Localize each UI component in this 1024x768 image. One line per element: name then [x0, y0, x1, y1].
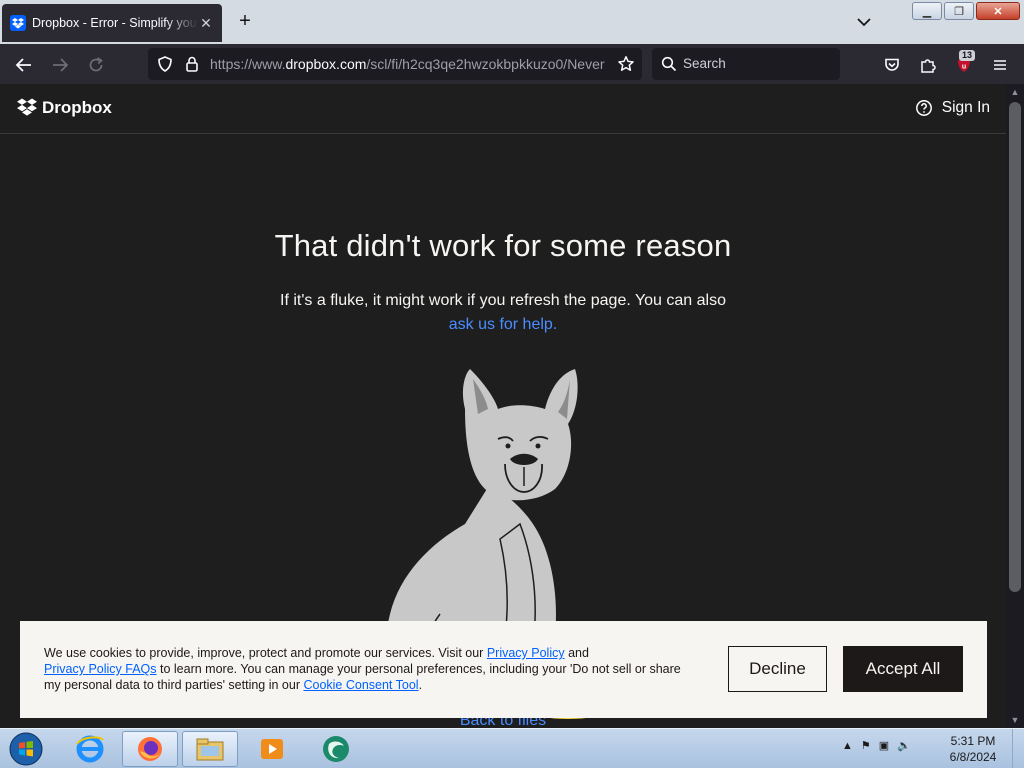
site-header: Dropbox Sign In — [0, 84, 1006, 134]
search-icon — [661, 56, 677, 72]
tab-strip: Dropbox - Error - Simplify your life ✕ +… — [0, 0, 1024, 44]
tray-expand-icon[interactable]: ▲ — [842, 740, 853, 752]
chevron-down-icon[interactable] — [854, 12, 874, 32]
error-heading: That didn't work for some reason — [274, 228, 732, 263]
nav-bar: https://www.dropbox.com/scl/fi/h2cq3qe2h… — [0, 44, 1024, 84]
app-globe-icon[interactable] — [308, 731, 364, 767]
help-circle-icon — [915, 100, 932, 116]
description-text: If it's a fluke, it might work if you re… — [280, 292, 726, 309]
reload-icon[interactable] — [85, 54, 107, 76]
internet-explorer-icon[interactable] — [62, 731, 118, 767]
hamburger-menu-icon[interactable] — [989, 54, 1011, 76]
close-icon[interactable]: ✕ — [198, 15, 214, 32]
tab-dropbox[interactable]: Dropbox - Error - Simplify your life ✕ — [2, 4, 222, 42]
show-desktop-button[interactable] — [1012, 729, 1024, 768]
page-scrollbar[interactable]: ▲ ▼ — [1006, 84, 1024, 728]
error-description: If it's a fluke, it might work if you re… — [253, 289, 753, 337]
network-icon[interactable]: ▣ — [879, 739, 889, 752]
svg-text:u: u — [962, 64, 966, 71]
system-tray: ▲ ⚑ ▣ 🔈 — [842, 739, 911, 753]
firefox-icon[interactable] — [122, 731, 178, 767]
extension-badge: 13 — [959, 50, 976, 61]
sign-in-link[interactable]: Sign In — [915, 99, 990, 117]
accept-all-button[interactable]: Accept All — [843, 646, 963, 692]
volume-muted-icon[interactable]: 🔈 — [897, 739, 911, 752]
window-close-icon[interactable]: ✕ — [976, 2, 1020, 20]
windows-orb-icon — [9, 732, 43, 766]
sign-in-label: Sign In — [941, 99, 990, 116]
minimize-icon[interactable]: ▁ — [912, 2, 942, 20]
scroll-up-icon[interactable]: ▲ — [1006, 84, 1024, 100]
help-link[interactable]: ask us for help. — [449, 316, 558, 333]
lock-icon[interactable] — [181, 53, 203, 75]
restore-icon[interactable]: ❐ — [944, 2, 974, 20]
logo-text: Dropbox — [42, 98, 112, 117]
cookie-text: We use cookies to provide, improve, prot… — [44, 646, 681, 692]
search-placeholder: Search — [683, 56, 726, 71]
forward-arrow-icon[interactable] — [49, 54, 71, 76]
clock[interactable]: 5:31 PM 6/8/2024 — [940, 733, 1006, 765]
pocket-icon[interactable] — [881, 54, 903, 76]
media-player-icon[interactable] — [244, 731, 300, 767]
file-explorer-icon[interactable] — [182, 731, 238, 767]
plus-icon[interactable]: + — [234, 10, 256, 32]
cookie-consent-tool-link[interactable]: Cookie Consent Tool — [303, 678, 418, 692]
scroll-down-icon[interactable]: ▼ — [1006, 712, 1024, 728]
clock-date: 6/8/2024 — [949, 750, 997, 764]
bookmark-star-icon[interactable] — [615, 53, 637, 75]
taskbar: ▲ ⚑ ▣ 🔈 5:31 PM 6/8/2024 — [0, 728, 1024, 768]
back-arrow-icon[interactable] — [13, 54, 35, 76]
clock-time: 5:31 PM — [950, 734, 996, 748]
action-center-flag-icon[interactable]: ⚑ — [861, 739, 871, 752]
extensions-puzzle-icon[interactable] — [917, 54, 939, 76]
start-button[interactable] — [0, 731, 52, 767]
dropbox-favicon-icon — [10, 15, 26, 31]
tab-title: Dropbox - Error - Simplify your life — [32, 16, 198, 30]
window-controls: ▁ ❐ ✕ — [912, 2, 1020, 20]
shield-icon[interactable] — [154, 53, 176, 75]
url-text: https://www.dropbox.com/scl/fi/h2cq3qe2h… — [210, 56, 605, 72]
dropbox-logo-icon — [17, 98, 37, 116]
privacy-faqs-link[interactable]: Privacy Policy FAQs — [44, 662, 157, 676]
dropbox-logo[interactable]: Dropbox — [16, 98, 112, 118]
decline-button[interactable]: Decline — [728, 646, 827, 692]
privacy-policy-link[interactable]: Privacy Policy — [487, 646, 565, 660]
cookie-banner: We use cookies to provide, improve, prot… — [20, 621, 987, 718]
address-bar[interactable]: https://www.dropbox.com/scl/fi/h2cq3qe2h… — [148, 48, 642, 80]
scrollbar-thumb[interactable] — [1009, 102, 1021, 592]
screen: Dropbox - Error - Simplify your life ✕ +… — [0, 0, 1024, 768]
search-bar[interactable]: Search — [652, 48, 840, 80]
